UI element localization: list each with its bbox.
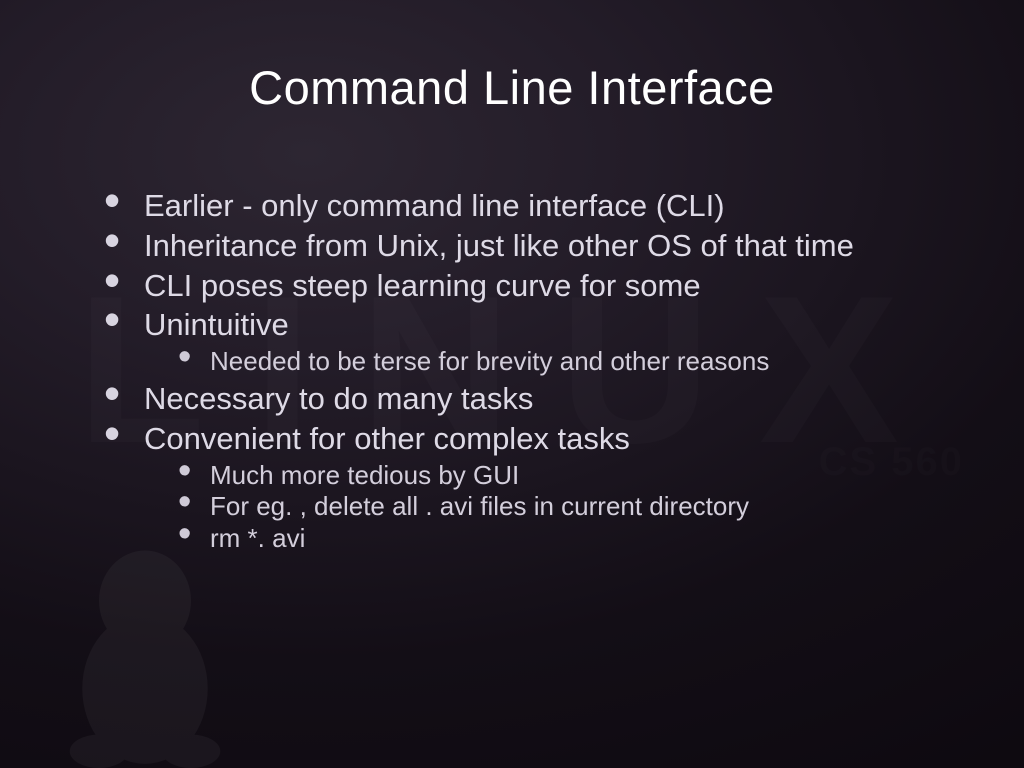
bullet-item: CLI poses steep learning curve for some [104, 267, 934, 305]
bullet-text: Necessary to do many tasks [144, 381, 533, 416]
sub-bullet-item: For eg. , delete all . avi files in curr… [178, 491, 934, 523]
bullet-text: Earlier - only command line interface (C… [144, 188, 725, 223]
bullet-text: Unintuitive [144, 307, 289, 342]
bullet-item: Necessary to do many tasks [104, 380, 934, 418]
bullet-text: CLI poses steep learning curve for some [144, 268, 701, 303]
sub-bullet-item: Much more tedious by GUI [178, 460, 934, 492]
sub-bullet-item: Needed to be terse for brevity and other… [178, 346, 934, 378]
bullet-item: Earlier - only command line interface (C… [104, 187, 934, 225]
sub-bullet-text: Much more tedious by GUI [210, 460, 519, 490]
sub-bullet-text: For eg. , delete all . avi files in curr… [210, 491, 749, 521]
slide-title: Command Line Interface [0, 0, 1024, 115]
sub-bullet-text: Needed to be terse for brevity and other… [210, 346, 769, 376]
bullet-item: Convenient for other complex tasks Much … [104, 420, 934, 555]
bullet-list: Earlier - only command line interface (C… [104, 187, 934, 555]
sub-bullet-list: Needed to be terse for brevity and other… [144, 346, 934, 378]
bullet-text: Convenient for other complex tasks [144, 421, 630, 456]
bullet-text: Inheritance from Unix, just like other O… [144, 228, 854, 263]
sub-bullet-item: rm *. avi [178, 523, 934, 555]
bullet-item: Inheritance from Unix, just like other O… [104, 227, 934, 265]
sub-bullet-text: rm *. avi [210, 523, 305, 553]
bullet-item: Unintuitive Needed to be terse for brevi… [104, 306, 934, 378]
sub-bullet-list: Much more tedious by GUI For eg. , delet… [144, 460, 934, 555]
slide: Command Line Interface Earlier - only co… [0, 0, 1024, 768]
